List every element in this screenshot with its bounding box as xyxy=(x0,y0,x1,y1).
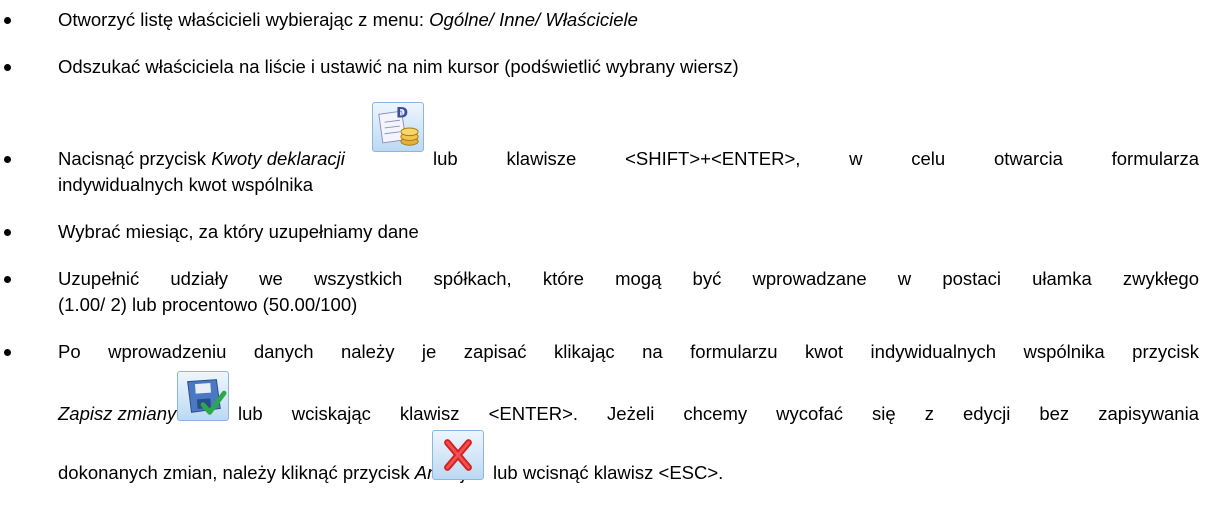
bullet xyxy=(4,156,11,163)
bullet xyxy=(4,17,11,24)
step-text: lub wciskając klawisz <ENTER>. Jeżeli ch… xyxy=(238,403,1199,424)
bullet xyxy=(4,276,11,283)
declaration-amounts-icon[interactable]: D xyxy=(372,102,424,152)
step-text: Odszukać właściciela na liście i ustawić… xyxy=(58,56,739,77)
step-text: (1.00/ 2) lub procentowo (50.00/100) xyxy=(58,294,358,315)
menu-path: Ogólne/ Inne/ Właściciele xyxy=(429,9,638,30)
step-text: Nacisnąć przycisk xyxy=(58,148,212,169)
step-text: Uzupełnić udziały we wszystkich spółkach… xyxy=(58,268,1199,289)
step-text: lub klawisze <SHIFT>+<ENTER>, w celu otw… xyxy=(433,148,1199,169)
step-text: indywidualnych kwot wspólnika xyxy=(58,174,314,195)
svg-text:D: D xyxy=(396,105,408,121)
button-name: Kwoty deklaracji xyxy=(211,148,345,169)
save-changes-icon[interactable] xyxy=(177,371,229,421)
bullet xyxy=(4,64,11,71)
bullet xyxy=(4,349,11,356)
step-text: Po wprowadzeniu danych należy je zapisać… xyxy=(58,341,1199,362)
button-name: Zapisz zmiany xyxy=(58,403,177,424)
bullet xyxy=(4,229,11,236)
step-text: dokonanych zmian, należy kliknąć przycis… xyxy=(58,462,415,483)
step-text: Otworzyć listę właścicieli wybierając z … xyxy=(58,9,430,30)
step-text: Wybrać miesiąc, za który uzupełniamy dan… xyxy=(58,221,419,242)
step-text: lub wcisnąć klawisz <ESC>. xyxy=(493,462,724,483)
cancel-icon[interactable] xyxy=(432,430,484,480)
